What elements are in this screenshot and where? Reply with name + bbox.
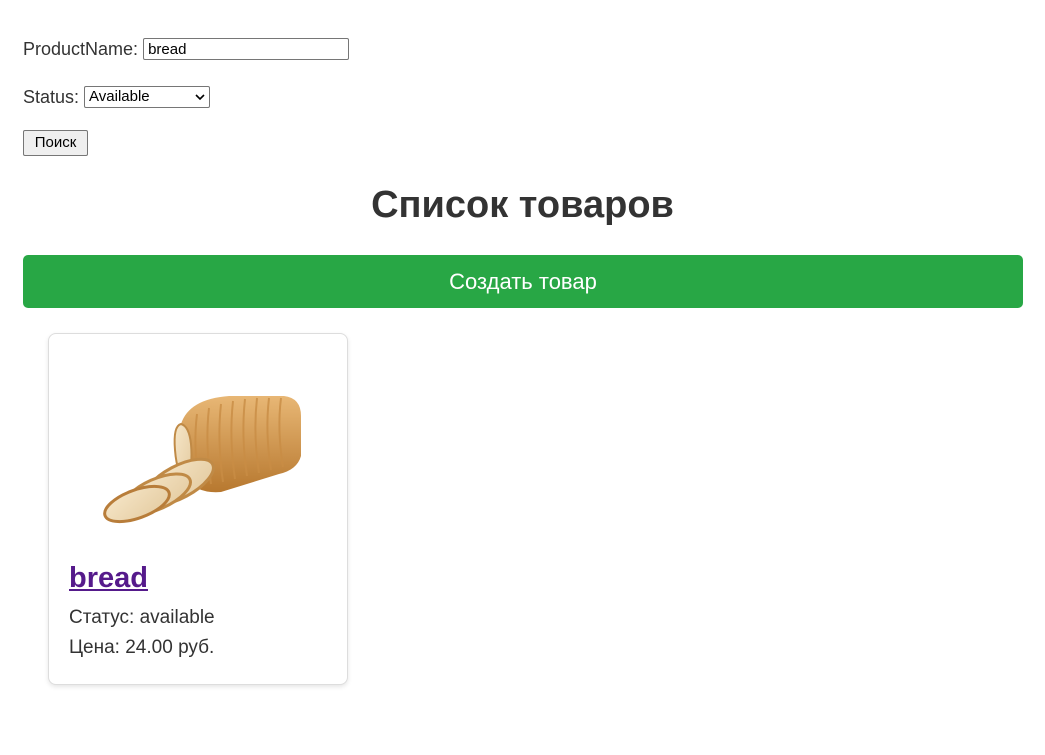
product-name-input[interactable] [143, 38, 350, 60]
product-name-label: ProductName: [23, 38, 139, 59]
product-status: Статус: available [69, 607, 215, 628]
product-name-row: ProductName: [23, 38, 350, 60]
page: ProductName: Status: Available Поиск Спи… [0, 0, 1045, 755]
chevron-down-icon [195, 94, 205, 101]
product-card: bread Статус: available Цена: 24.00 руб. [48, 333, 348, 685]
product-price: Цена: 24.00 руб. [69, 637, 215, 658]
page-title: Список товаров [371, 184, 674, 226]
status-select[interactable]: Available [84, 86, 211, 108]
search-button[interactable]: Поиск [23, 130, 88, 156]
status-select-value: Available [89, 88, 150, 105]
status-label: Status: [23, 86, 80, 107]
bread-image [103, 396, 301, 524]
product-name-link[interactable]: bread [69, 558, 148, 598]
create-product-button[interactable]: Создать товар [23, 255, 1023, 308]
status-row: Status: Available [23, 86, 211, 108]
